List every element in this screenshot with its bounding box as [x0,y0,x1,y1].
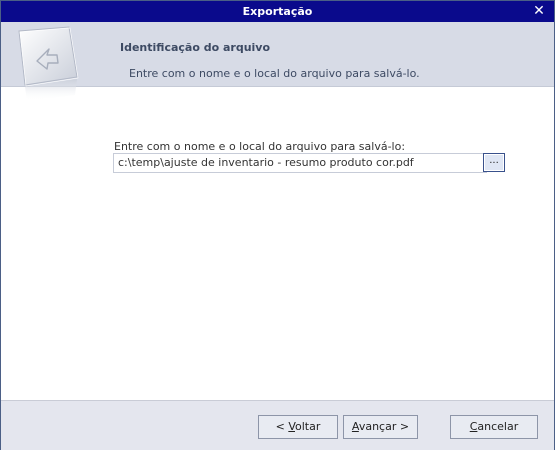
file-path-input[interactable] [113,153,487,173]
next-button[interactable]: Avançar > [343,415,418,439]
document-arrow-icon [11,25,81,115]
wizard-header: Identificação do arquivo Entre com o nom… [1,22,554,87]
back-button[interactable]: < Voltar [258,415,338,439]
window-title: Exportação [242,5,313,18]
export-dialog: Exportação ✕ Identificação do arquivo En… [0,0,555,450]
browse-button[interactable]: ... [483,153,505,172]
close-icon[interactable]: ✕ [531,2,547,20]
cancel-button[interactable]: Cancelar [450,415,538,439]
title-bar[interactable]: Exportação ✕ [1,1,554,22]
wizard-footer: < Voltar Avançar > Cancelar [1,400,554,450]
file-path-label: Entre com o nome e o local do arquivo pa… [114,140,406,153]
step-subtitle: Entre com o nome e o local do arquivo pa… [129,67,420,80]
step-heading: Identificação do arquivo [120,41,271,54]
